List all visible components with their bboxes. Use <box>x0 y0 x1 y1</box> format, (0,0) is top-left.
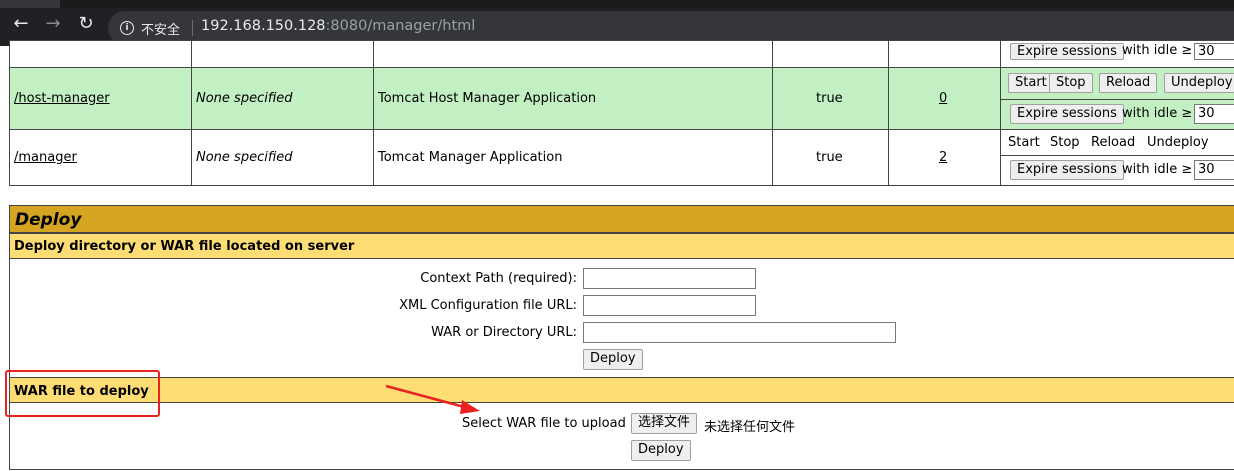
host-manager-sessions-link[interactable]: 0 <box>939 91 947 106</box>
manager-expire-button[interactable]: Expire sessions <box>1010 160 1124 180</box>
host-manager-idle-label: with idle ≥ <box>1122 106 1193 121</box>
no-file-chosen-text: 未选择任何文件 <box>704 420 796 435</box>
url-text[interactable]: 192.168.150.128:8080/manager/html <box>201 18 475 34</box>
idle-minutes-input[interactable]: 30 <box>1194 43 1234 60</box>
browser-tab[interactable] <box>0 0 60 8</box>
manager-running: true <box>816 150 843 165</box>
war-dir-input[interactable] <box>583 322 896 343</box>
host-manager-version-cell: None specified <box>191 67 374 130</box>
server-deploy-header-text: Deploy directory or WAR file located on … <box>14 239 355 254</box>
manager-idle-input[interactable]: 30 <box>1194 160 1234 180</box>
tab-strip <box>0 0 1234 8</box>
reload-icon[interactable]: ↻ <box>75 13 97 35</box>
manager-name-cell: Tomcat Manager Application <box>373 129 773 186</box>
forward-arrow-icon[interactable]: → <box>42 13 64 35</box>
host-manager-name-cell: Tomcat Host Manager Application <box>373 67 773 130</box>
server-deploy-button[interactable]: Deploy <box>583 349 643 370</box>
annotation-highlight-box <box>5 370 160 417</box>
idle-label: with idle ≥ <box>1122 43 1193 58</box>
partial-row-path-cell <box>9 40 192 68</box>
choose-file-button[interactable]: 选择文件 <box>631 413 698 434</box>
expire-sessions-button[interactable]: Expire sessions <box>1010 43 1124 60</box>
manager-reload-text: Reload <box>1091 135 1136 150</box>
host-manager-idle-input[interactable]: 30 <box>1194 104 1234 124</box>
manager-sessions-cell: 2 <box>888 129 1001 186</box>
partial-row-version-cell <box>191 40 374 68</box>
host-manager-reload-button[interactable]: Reload <box>1099 73 1158 93</box>
manager-sessions-link[interactable]: 2 <box>939 150 947 165</box>
back-arrow-icon[interactable]: ← <box>10 13 32 35</box>
war-deploy-button[interactable]: Deploy <box>631 440 691 461</box>
host-manager-path-cell: /host-manager <box>9 67 192 130</box>
manager-stop-text: Stop <box>1050 135 1080 150</box>
host-manager-expire-button[interactable]: Expire sessions <box>1010 104 1124 124</box>
info-icon[interactable]: i <box>120 21 134 35</box>
partial-row-name-cell <box>373 40 773 68</box>
host-manager-undeploy-button[interactable]: Undeploy <box>1164 73 1234 93</box>
xml-config-label: XML Configuration file URL: <box>399 298 577 313</box>
context-path-label: Context Path (required): <box>420 271 577 286</box>
manager-running-cell: true <box>772 129 889 186</box>
host-manager-path-link[interactable]: /host-manager <box>14 91 110 106</box>
address-separator <box>192 20 193 36</box>
manager-idle-label: with idle ≥ <box>1122 162 1193 177</box>
url-path: :8080/manager/html <box>325 18 476 34</box>
war-dir-label: WAR or Directory URL: <box>431 325 577 340</box>
host-manager-start-button[interactable]: Start <box>1008 73 1054 93</box>
context-path-input[interactable] <box>583 268 756 289</box>
partial-row-running-cell <box>772 40 889 68</box>
host-manager-sessions-cell: 0 <box>888 67 1001 130</box>
manager-start-text: Start <box>1008 135 1040 150</box>
security-indicator[interactable]: 不安全 <box>141 19 180 38</box>
annotation-arrow-icon <box>385 384 480 414</box>
url-host: 192.168.150.128 <box>201 18 326 34</box>
host-manager-display-name: Tomcat Host Manager Application <box>378 91 597 106</box>
manager-path-cell: /manager <box>9 129 192 186</box>
manager-undeploy-text: Undeploy <box>1147 135 1209 150</box>
host-manager-running: true <box>816 91 843 106</box>
deploy-title-bar: Deploy <box>9 205 1234 233</box>
manager-display-name: Tomcat Manager Application <box>378 150 563 165</box>
server-deploy-header: Deploy directory or WAR file located on … <box>9 233 1234 259</box>
manager-path-link[interactable]: /manager <box>14 150 77 165</box>
xml-config-input[interactable] <box>583 295 756 316</box>
host-manager-version: None specified <box>196 91 293 106</box>
manager-version: None specified <box>196 150 293 165</box>
deploy-title: Deploy <box>15 210 82 230</box>
war-upload-header: WAR file to deploy <box>9 377 1234 403</box>
manager-version-cell: None specified <box>191 129 374 186</box>
partial-row-sessions-cell <box>888 40 1001 68</box>
host-manager-running-cell: true <box>772 67 889 130</box>
host-manager-stop-button[interactable]: Stop <box>1049 73 1093 93</box>
